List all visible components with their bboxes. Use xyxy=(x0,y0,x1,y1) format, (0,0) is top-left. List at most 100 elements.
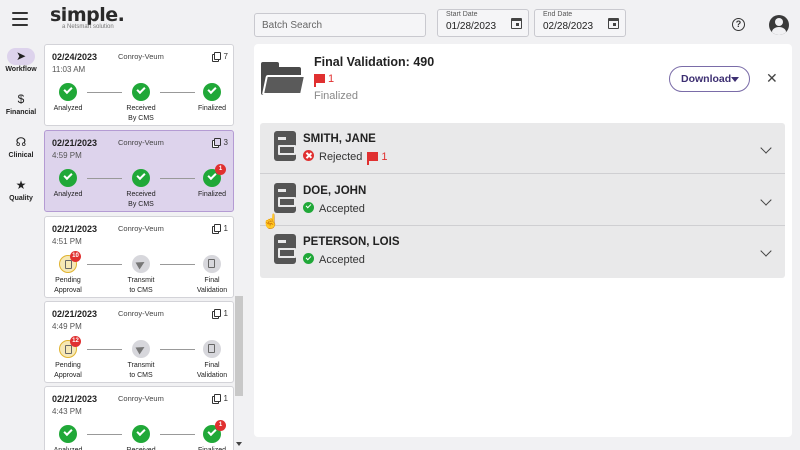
step-label: Analyzed xyxy=(44,446,98,450)
claim-row[interactable]: SMITH, JANE Rejected 1 xyxy=(260,123,785,174)
batch-claim-count: 1 xyxy=(213,309,228,318)
step-label-line1: Analyzed xyxy=(53,105,83,112)
batch-time: 4:49 PM xyxy=(52,322,82,331)
batch-claim-count: 1 xyxy=(213,224,228,233)
help-icon[interactable]: ? xyxy=(732,18,745,31)
step-badge: 1 xyxy=(215,164,226,175)
claim-row[interactable]: PETERSON, LOIS Accepted xyxy=(260,226,785,277)
user-avatar-icon[interactable] xyxy=(769,15,789,35)
check-circle-icon xyxy=(132,83,150,101)
caret-down-icon xyxy=(731,77,739,82)
copy-icon xyxy=(213,138,221,146)
step-label-line2: Approval xyxy=(54,372,82,379)
flag-count: 1 xyxy=(328,73,335,85)
x-circle-icon xyxy=(303,150,314,161)
step-label-line2: to CMS xyxy=(129,287,153,294)
batch-payer: Conroy-Veum xyxy=(118,394,164,403)
patient-name: PETERSON, LOIS xyxy=(303,236,400,248)
patient-name: DOE, JOHN xyxy=(303,184,367,197)
batch-payer: Conroy-Veum xyxy=(118,309,164,318)
chevron-down-icon[interactable] xyxy=(760,193,772,206)
step-label: Finalized xyxy=(182,104,236,114)
batch-search-input[interactable] xyxy=(254,13,426,37)
step-label-line1: Transmit xyxy=(127,277,155,284)
progress-step: Transmit to CMS xyxy=(111,255,171,296)
batch-card[interactable]: 02/24/2023 11:03 AM Conroy-Veum 7 Analyzed Re… xyxy=(44,44,234,126)
progress-step: 10 Pending Approval xyxy=(44,251,98,296)
batch-card[interactable]: 02/21/2023 4:43 PM Conroy-Veum 1 Analyzed Rec… xyxy=(44,386,234,450)
step-label: Received By CMS xyxy=(111,190,171,210)
chevron-down-icon[interactable] xyxy=(760,245,772,257)
batch-list-scrollbar[interactable] xyxy=(235,296,243,396)
claim-status-text: Rejected xyxy=(319,151,363,163)
close-icon[interactable]: ✕ xyxy=(766,71,778,85)
calendar-icon[interactable] xyxy=(608,18,619,29)
batch-claim-count: 3 xyxy=(213,138,228,147)
batch-card[interactable]: 02/21/2023 4:49 PM Conroy-Veum 1 12 Pending Ap… xyxy=(44,301,234,383)
download-button[interactable]: Download xyxy=(669,66,750,92)
paper-plane-icon: ➤ xyxy=(7,48,35,65)
progress-step: Final Validation xyxy=(182,255,236,296)
scroll-down-icon[interactable] xyxy=(236,442,242,446)
step-label: Final Validation xyxy=(182,361,236,381)
step-label: Received By CMS xyxy=(111,104,171,124)
batch-card[interactable]: 02/21/2023 4:51 PM Conroy-Veum 1 10 Pending Ap… xyxy=(44,216,234,298)
batch-claim-count: 1 xyxy=(213,394,228,403)
document-icon xyxy=(203,255,221,273)
step-label-line2: Validation xyxy=(196,372,228,379)
check-circle-icon xyxy=(59,425,77,443)
batch-list[interactable]: 02/24/2023 11:03 AM Conroy-Veum 7 Analyzed Re… xyxy=(44,44,236,450)
menu-icon[interactable] xyxy=(12,12,28,26)
document-icon xyxy=(203,340,221,358)
step-label: Finalized xyxy=(182,190,236,200)
claim-status-text: Accepted xyxy=(319,202,365,215)
step-label-line1: Final xyxy=(204,277,220,284)
pending-approval-icon: 10 xyxy=(59,251,81,273)
claim-row[interactable]: DOE, JOHN Accepted xyxy=(260,175,785,226)
check-circle-icon xyxy=(132,169,150,187)
batch-date: 02/21/2023 xyxy=(52,394,98,404)
step-label: Pending Approval xyxy=(44,276,98,296)
progress-step: Received By CMS xyxy=(111,83,171,124)
claim-status: Accepted xyxy=(303,253,365,266)
batch-status: Finalized xyxy=(314,90,359,102)
batch-progress-steps: Analyzed Received By CMS Finalized xyxy=(45,83,235,127)
step-label: Finalized xyxy=(182,446,236,450)
stethoscope-icon: ☊ xyxy=(15,135,27,149)
nav-item-quality[interactable]: ★ Quality xyxy=(0,177,42,218)
batch-date: 02/21/2023 xyxy=(52,138,98,148)
check-circle-icon xyxy=(203,83,221,101)
batch-count-value: 1 xyxy=(223,224,228,233)
nav-item-label: Workflow xyxy=(5,66,37,73)
batch-title: Final Validation: 490 xyxy=(314,55,435,69)
patient-name: SMITH, JANE xyxy=(303,133,376,145)
nav-item-clinical[interactable]: ☊ Clinical xyxy=(0,134,42,175)
nav-item-financial[interactable]: $ Financial xyxy=(0,91,42,132)
calendar-icon[interactable] xyxy=(511,18,522,29)
step-label: Transmit to CMS xyxy=(111,276,171,296)
start-date-value: 01/28/2023 xyxy=(446,21,497,32)
step-label: Received xyxy=(111,446,171,450)
step-label: Final Validation xyxy=(182,276,236,296)
step-label-line2: Approval xyxy=(54,287,82,294)
batch-progress-steps: 12 Pending Approval Transmit to CMS Final Vali… xyxy=(44,336,236,384)
batch-date: 02/21/2023 xyxy=(52,309,98,319)
app-logo[interactable]: simple. a Netsmart solution xyxy=(50,4,125,30)
chevron-down-icon[interactable] xyxy=(760,142,772,154)
start-date-label: Start Date xyxy=(446,11,478,18)
start-date-field[interactable]: Start Date 01/28/2023 xyxy=(437,9,529,37)
batch-card[interactable]: 02/21/2023 4:59 PM Conroy-Veum 3 Analyzed Rec… xyxy=(44,130,234,212)
batch-detail-panel: Final Validation: 490 1 Finalized Downlo… xyxy=(254,44,792,437)
claims-list: SMITH, JANE Rejected 1 DOE, JOHN Accepted PET… xyxy=(260,123,785,278)
check-circle-icon xyxy=(59,169,77,187)
progress-step: Final Validation xyxy=(182,340,236,381)
progress-step: 12 Pending Approval xyxy=(44,336,98,381)
step-label-line1: Received xyxy=(126,105,156,112)
copy-icon xyxy=(213,52,221,60)
copy-icon xyxy=(213,309,221,317)
paper-plane-icon xyxy=(132,255,150,273)
end-date-field[interactable]: End Date 02/28/2023 xyxy=(534,9,626,37)
pending-approval-icon: 12 xyxy=(59,336,81,358)
check-circle-icon: 1 xyxy=(203,164,226,187)
nav-item-workflow[interactable]: ➤ Workflow xyxy=(0,48,42,89)
